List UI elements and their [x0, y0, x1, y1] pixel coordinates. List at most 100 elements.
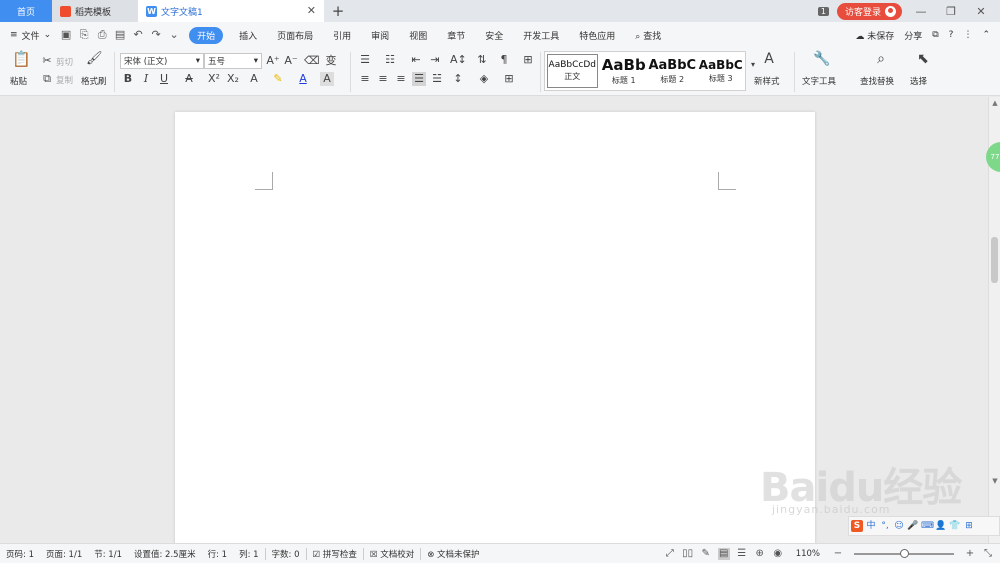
zoom-knob[interactable]: [899, 548, 909, 558]
tab-security[interactable]: 安全: [475, 29, 513, 42]
copy-button[interactable]: 复制: [56, 74, 73, 86]
setting-value[interactable]: 设置值: 2.5厘米: [128, 548, 202, 560]
sogou-logo-icon[interactable]: S: [851, 520, 863, 532]
write-mode-icon[interactable]: ✎: [700, 548, 712, 560]
superscript-icon[interactable]: X²: [207, 72, 221, 86]
eye-protection-icon[interactable]: ◉: [772, 548, 784, 560]
document-page[interactable]: [175, 112, 815, 552]
align-left-icon[interactable]: ≡: [358, 72, 372, 86]
window-count-badge[interactable]: 1: [817, 6, 829, 16]
scroll-thumb[interactable]: [991, 237, 998, 283]
table-border-icon[interactable]: ⊞: [521, 53, 535, 67]
redo-icon[interactable]: ↷: [150, 29, 162, 41]
search-command[interactable]: ⌕ 查找: [625, 29, 671, 42]
outline-view-icon[interactable]: ☰: [736, 548, 748, 560]
justify-icon[interactable]: ☰: [412, 72, 426, 86]
tab-template[interactable]: 稻壳模板: [52, 0, 138, 22]
web-view-icon[interactable]: ⊕: [754, 548, 766, 560]
scroll-down-icon[interactable]: ▼: [990, 477, 1000, 485]
close-tab-icon[interactable]: ✕: [307, 4, 316, 17]
distribute-icon[interactable]: ☱: [430, 72, 444, 86]
strikethrough-icon[interactable]: A: [182, 72, 196, 86]
tab-insert[interactable]: 插入: [229, 29, 267, 42]
find-replace-button[interactable]: 查找替换: [860, 75, 894, 87]
file-menu[interactable]: ≡ 文件 ⌄: [0, 29, 57, 42]
font-size-select[interactable]: 五号 ▾: [204, 53, 262, 69]
tab-chapter[interactable]: 章节: [437, 29, 475, 42]
copy-icon[interactable]: ⧉: [40, 72, 54, 86]
cut-button[interactable]: 剪切: [56, 56, 73, 68]
word-count[interactable]: 字数: 0: [266, 548, 306, 560]
new-style-button[interactable]: 新样式: [754, 75, 780, 87]
print-preview-icon[interactable]: ▤: [114, 29, 126, 41]
magnifier-icon[interactable]: ⌕: [872, 52, 890, 70]
fit-page-icon[interactable]: ⤡: [982, 548, 994, 560]
share-button[interactable]: 分享: [904, 29, 922, 42]
sort-icon[interactable]: ⇅: [475, 53, 489, 67]
print-icon[interactable]: ⎙: [96, 29, 108, 41]
close-window-icon[interactable]: ✕: [970, 5, 992, 18]
ime-user-icon[interactable]: 👤: [935, 520, 947, 532]
clear-format-icon[interactable]: ⌫: [304, 54, 320, 68]
save-icon[interactable]: ▣: [60, 29, 72, 41]
tab-document[interactable]: W 文字文稿1 ✕: [138, 0, 324, 22]
new-tab-button[interactable]: +: [324, 0, 352, 22]
bold-icon[interactable]: B: [121, 72, 135, 86]
increase-indent-icon[interactable]: ⇥: [428, 53, 442, 67]
show-marks-icon[interactable]: ¶: [497, 53, 511, 67]
style-heading-3[interactable]: AaBbC 标题 3: [697, 52, 746, 90]
page-number[interactable]: 页码: 1: [0, 548, 40, 560]
text-effect-icon[interactable]: A: [247, 72, 261, 86]
ime-emoji-icon[interactable]: ☺: [893, 520, 905, 532]
align-center-icon[interactable]: ≡: [376, 72, 390, 86]
collaborate-icon[interactable]: ⧉: [932, 30, 938, 40]
row-number[interactable]: 行: 1: [202, 548, 233, 560]
select-button[interactable]: 选择: [910, 75, 927, 87]
shading-icon[interactable]: ◈: [477, 72, 491, 86]
protect-status[interactable]: ⊗ 文档未保护: [421, 548, 485, 560]
ime-skin-icon[interactable]: 👕: [949, 520, 961, 532]
tab-features[interactable]: 特色应用: [569, 29, 625, 42]
font-name-select[interactable]: 宋体 (正文) ▾: [120, 53, 204, 69]
proofread-button[interactable]: ☒ 文档校对: [364, 548, 420, 560]
tab-review[interactable]: 审阅: [361, 29, 399, 42]
new-style-icon[interactable]: A: [760, 52, 778, 70]
tab-view[interactable]: 视图: [399, 29, 437, 42]
font-color-icon[interactable]: A: [296, 72, 310, 86]
style-heading-1[interactable]: AaBb 标题 1: [600, 52, 649, 90]
restore-icon[interactable]: ❐: [940, 5, 962, 18]
format-painter-icon[interactable]: 🖌: [86, 52, 103, 70]
tab-home[interactable]: 首页: [0, 0, 52, 22]
chinese-layout-icon[interactable]: A↕: [450, 53, 467, 67]
paste-button[interactable]: 粘贴: [10, 75, 27, 87]
ime-punctuation-icon[interactable]: °,: [879, 520, 891, 532]
grow-font-icon[interactable]: A⁺: [266, 54, 280, 68]
zoom-slider[interactable]: [854, 548, 954, 558]
style-heading-2[interactable]: AaBbC 标题 2: [648, 52, 697, 90]
page-count[interactable]: 页面: 1/1: [40, 548, 88, 560]
page-view-icon[interactable]: ▤: [717, 547, 730, 560]
italic-icon[interactable]: I: [139, 72, 153, 86]
highlight-icon[interactable]: ✎: [271, 72, 285, 86]
read-mode-icon[interactable]: ▯▯: [682, 548, 694, 560]
minimize-icon[interactable]: —: [910, 5, 932, 18]
collapse-ribbon-icon[interactable]: ⌃: [982, 30, 990, 40]
format-painter-button[interactable]: 格式刷: [81, 75, 107, 87]
tab-references[interactable]: 引用: [323, 29, 361, 42]
scroll-up-icon[interactable]: ▲: [990, 99, 1000, 107]
ime-keyboard-icon[interactable]: ⌨: [921, 520, 934, 532]
ime-chinese-icon[interactable]: 中: [865, 520, 877, 532]
underline-icon[interactable]: U: [157, 72, 171, 86]
wrench-icon[interactable]: 🔧: [813, 52, 831, 70]
spell-check-button[interactable]: ☑ 拼写检查: [307, 548, 363, 560]
col-number[interactable]: 列: 1: [233, 548, 264, 560]
phonetic-guide-icon[interactable]: 变: [324, 54, 338, 68]
borders-icon[interactable]: ⊞: [502, 72, 516, 86]
ime-tools-icon[interactable]: ⊞: [963, 520, 975, 532]
ime-voice-icon[interactable]: 🎤: [907, 520, 919, 532]
paste-icon[interactable]: 📋: [12, 52, 31, 70]
zoom-in-icon[interactable]: +: [964, 548, 976, 560]
zoom-level[interactable]: 110%: [790, 549, 826, 559]
decrease-indent-icon[interactable]: ⇤: [409, 53, 423, 67]
numbered-list-icon[interactable]: ☷: [383, 53, 397, 67]
